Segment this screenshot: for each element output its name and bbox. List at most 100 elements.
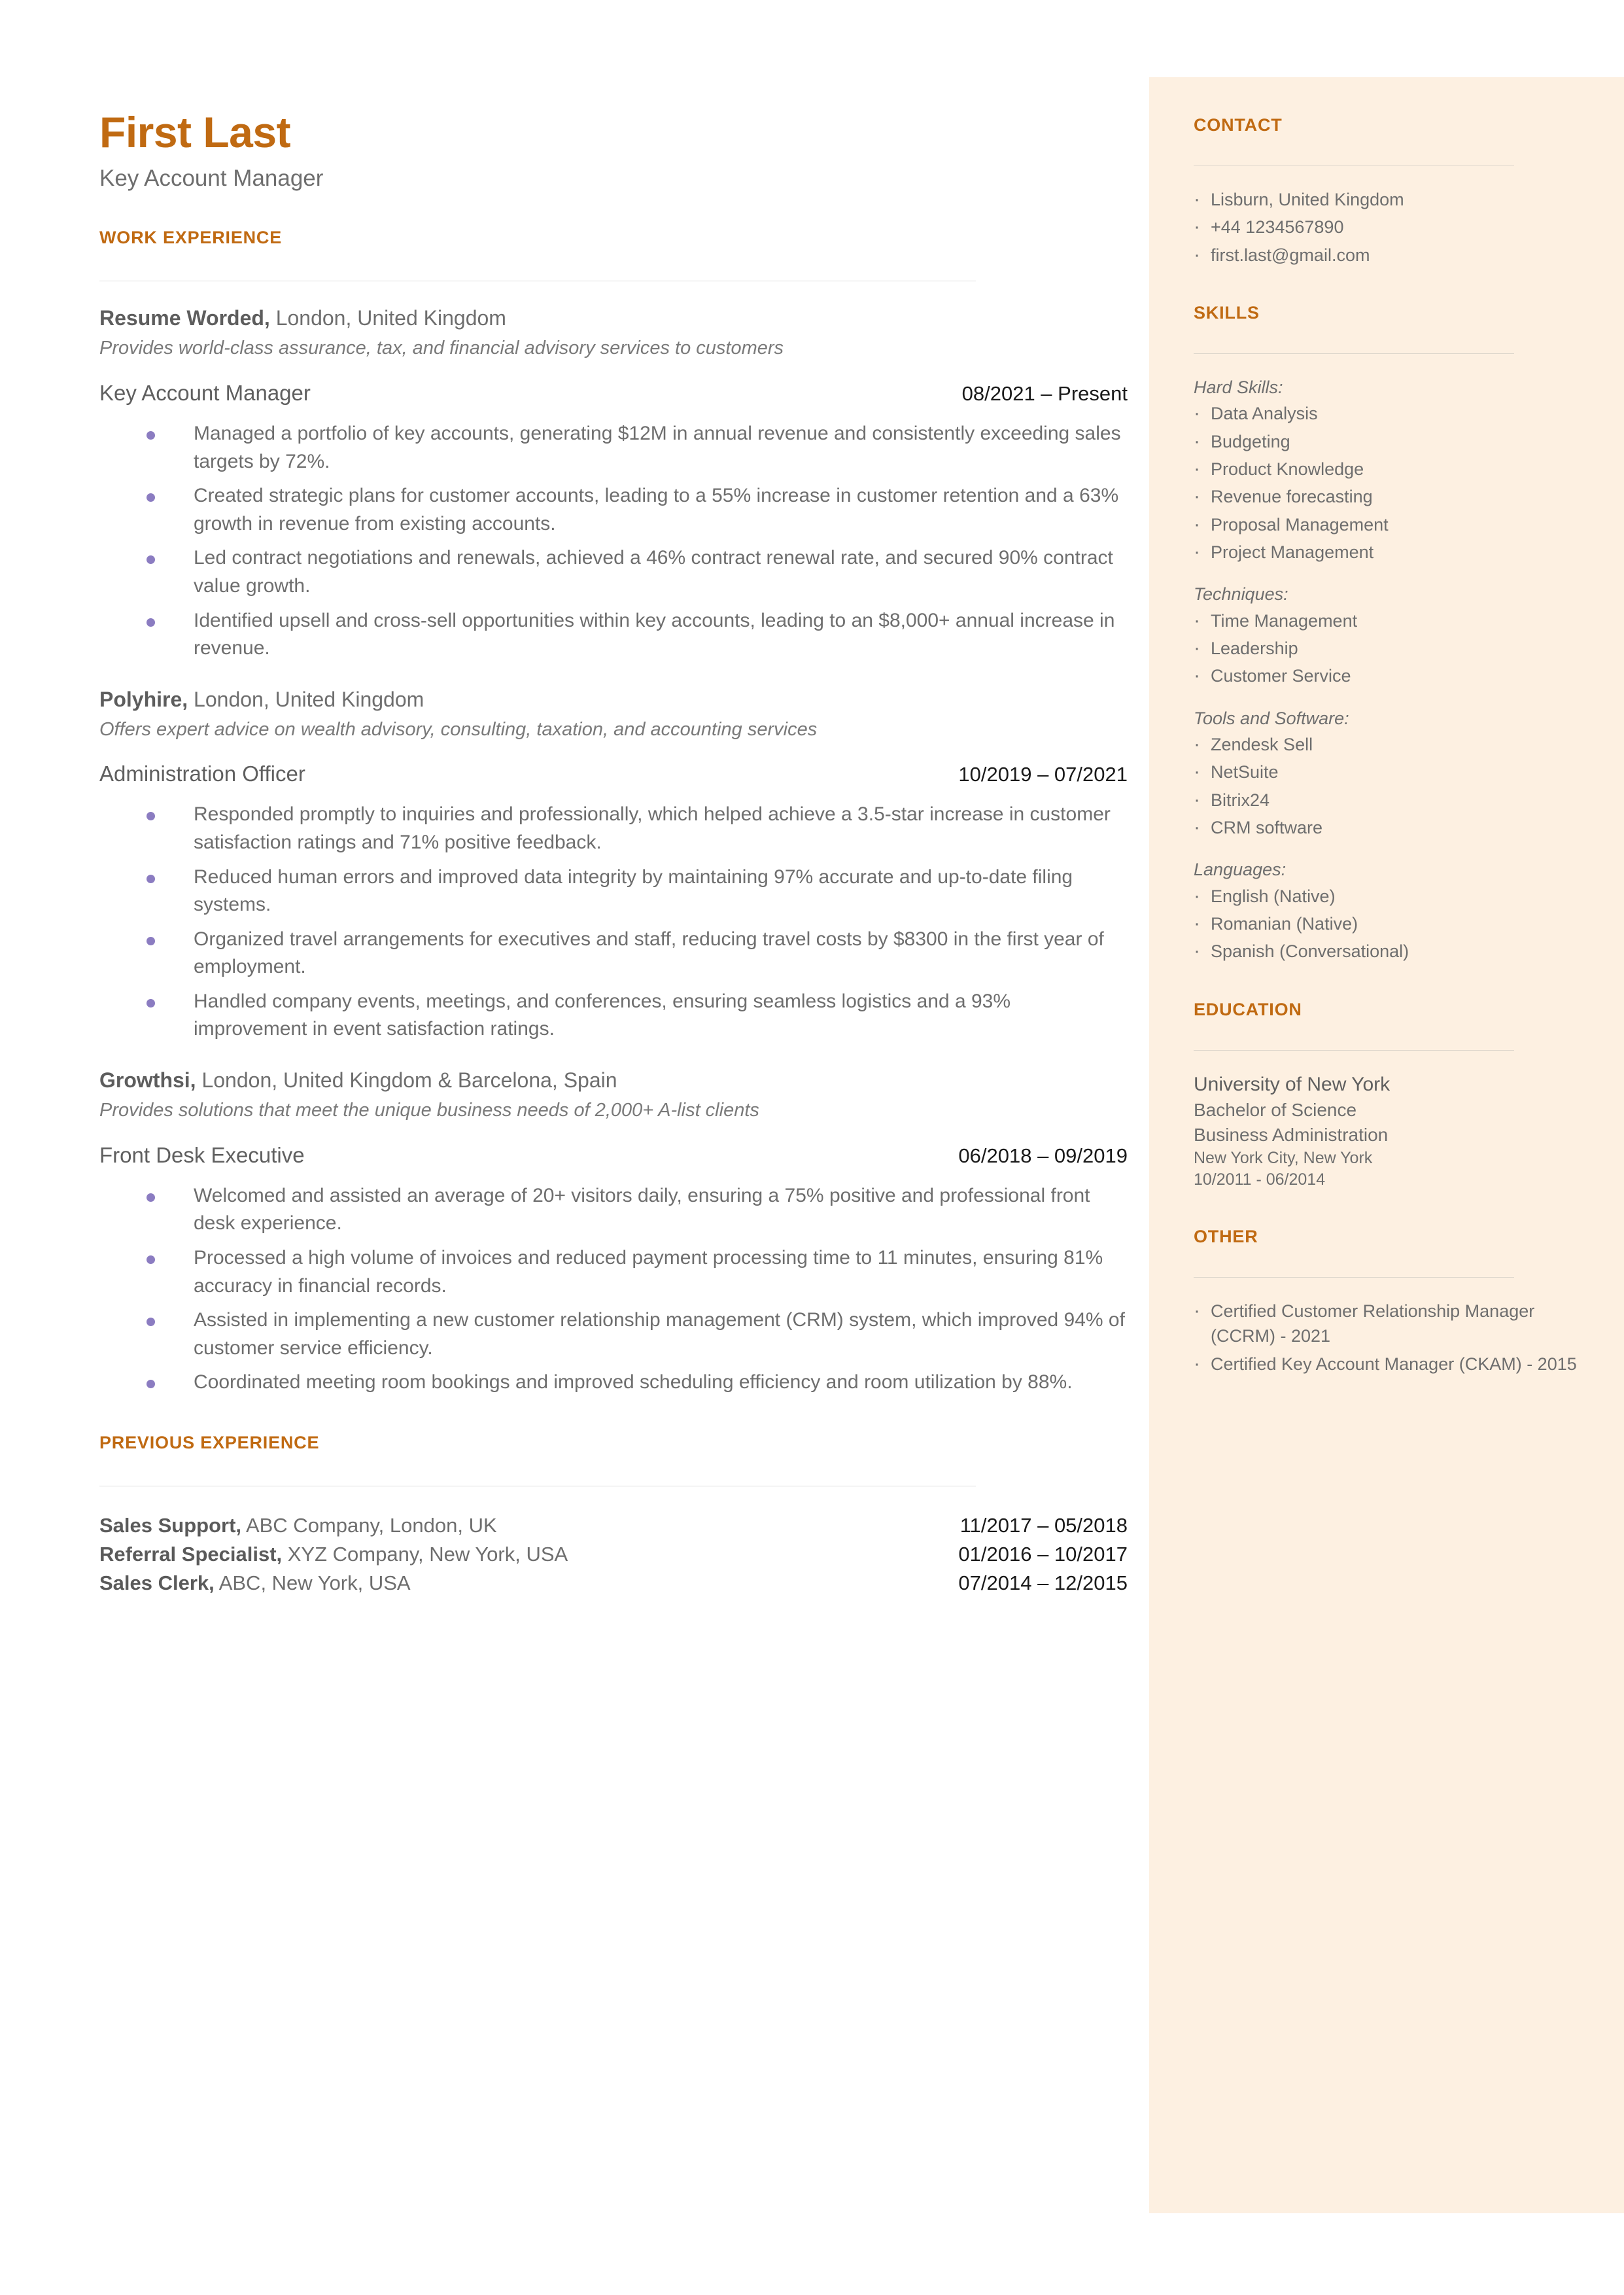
job-entry: Polyhire, London, United Kingdom Offers … <box>99 686 1128 1043</box>
education-school: University of New York <box>1194 1073 1391 1095</box>
bullet-item: Managed a portfolio of key accounts, gen… <box>147 420 1126 476</box>
language-item: Spanish (Conversational) <box>1194 937 1586 966</box>
education-block: University of New York Bachelor of Scien… <box>1194 1072 1586 1192</box>
previous-role-title: Sales Clerk, <box>99 1571 215 1594</box>
resume-page: First Last Key Account Manager WORK EXPE… <box>0 0 1624 2295</box>
certification-item: Certified Key Account Manager (CKAM) - 2… <box>1194 1350 1586 1378</box>
company-name: Growthsi, <box>99 1068 196 1093</box>
company-name: Resume Worded, <box>99 306 270 330</box>
previous-role-line: Referral Specialist, XYZ Company, New Yo… <box>99 1543 568 1566</box>
bullet-item: Led contract negotiations and renewals, … <box>147 544 1126 600</box>
previous-role-title: Sales Support, <box>99 1513 242 1537</box>
sidebar-divider <box>1194 353 1514 354</box>
sidebar-heading-education: EDUCATION <box>1194 999 1302 1019</box>
previous-role-detail: ABC, New York, USA <box>214 1571 411 1594</box>
skill-item: Revenue forecasting <box>1194 483 1586 511</box>
language-item: Romanian (Native) <box>1194 910 1586 938</box>
skill-item: NetSuite <box>1194 758 1586 786</box>
candidate-name: First Last <box>99 108 291 156</box>
previous-role-dates: 07/2014 – 12/2015 <box>958 1571 1128 1594</box>
company-description: Provides solutions that meet the unique … <box>99 1100 759 1121</box>
bullet-item: Identified upsell and cross-sell opportu… <box>147 607 1126 663</box>
education-location: New York City, New York <box>1194 1148 1373 1167</box>
bullet-item: Coordinated meeting room bookings and im… <box>147 1369 1126 1397</box>
previous-experience-row: Sales Clerk, ABC, New York, USA 07/2014 … <box>99 1571 1128 1595</box>
skill-item: Project Management <box>1194 538 1586 567</box>
education-field: Business Administration <box>1194 1124 1389 1145</box>
bullet-item: Handled company events, meetings, and co… <box>147 988 1126 1043</box>
bullet-list: Responded promptly to inquiries and prof… <box>99 801 1126 1043</box>
role-title: Key Account Manager <box>99 380 311 405</box>
sidebar-heading-contact: CONTACT <box>1194 115 1283 135</box>
skill-item: Budgeting <box>1194 428 1586 456</box>
previous-experience-row: Sales Support, ABC Company, London, UK 1… <box>99 1514 1128 1537</box>
bullet-list: Welcomed and assisted an average of 20+ … <box>99 1182 1126 1397</box>
certification-item: Certified Customer Relationship Manager … <box>1194 1297 1586 1349</box>
role-title: Administration Officer <box>99 762 305 786</box>
other-list: Certified Customer Relationship Manager … <box>1194 1297 1586 1378</box>
bullet-item: Responded promptly to inquiries and prof… <box>147 801 1126 856</box>
sidebar-divider <box>1194 1277 1514 1278</box>
education-degree: Bachelor of Science <box>1194 1100 1357 1121</box>
company-location: London, United Kingdom <box>269 306 506 330</box>
company-line: Resume Worded, London, United Kingdom <box>99 305 1126 332</box>
language-item: English (Native) <box>1194 883 1586 911</box>
previous-role-title: Referral Specialist, <box>99 1542 283 1566</box>
skill-item: CRM software <box>1194 814 1586 842</box>
bullet-item: Processed a high volume of invoices and … <box>147 1244 1126 1300</box>
role-dates: 06/2018 – 09/2019 <box>958 1144 1128 1167</box>
role-title: Front Desk Executive <box>99 1142 305 1167</box>
bullet-item: Reduced human errors and improved data i… <box>147 864 1126 919</box>
sidebar: CONTACT Lisburn, United Kingdom +44 1234… <box>1194 115 1586 1379</box>
bullet-item: Assisted in implementing a new customer … <box>147 1306 1126 1362</box>
company-description: Provides world-class assurance, tax, and… <box>99 338 784 359</box>
previous-role-detail: ABC Company, London, UK <box>241 1513 497 1537</box>
sidebar-divider <box>1194 1049 1514 1051</box>
skill-item: Leadership <box>1194 635 1586 663</box>
previous-role-line: Sales Clerk, ABC, New York, USA <box>99 1571 411 1595</box>
previous-role-dates: 01/2016 – 10/2017 <box>958 1542 1128 1566</box>
skill-item: Time Management <box>1194 607 1586 635</box>
contact-location: Lisburn, United Kingdom <box>1194 186 1586 214</box>
skill-item: Proposal Management <box>1194 511 1586 539</box>
skill-item: Data Analysis <box>1194 400 1586 428</box>
company-name: Polyhire, <box>99 687 188 711</box>
contact-email: first.last@gmail.com <box>1194 241 1586 270</box>
skills-list: Hard Skills: Data Analysis Budgeting Pro… <box>1194 375 1586 966</box>
company-line: Growthsi, London, United Kingdom & Barce… <box>99 1067 1126 1094</box>
education-dates: 10/2011 - 06/2014 <box>1194 1170 1326 1189</box>
section-heading-work-experience: WORK EXPERIENCE <box>99 228 283 248</box>
bullet-item: Created strategic plans for customer acc… <box>147 482 1126 538</box>
previous-experience-list: Sales Support, ABC Company, London, UK 1… <box>99 1514 1128 1595</box>
candidate-job-title: Key Account Manager <box>99 166 324 192</box>
role-dates: 10/2019 – 07/2021 <box>958 763 1128 786</box>
job-entry: Growthsi, London, United Kingdom & Barce… <box>99 1067 1128 1397</box>
main-column: First Last Key Account Manager WORK EXPE… <box>99 108 1128 1600</box>
skill-item: Customer Service <box>1194 662 1586 690</box>
previous-role-detail: XYZ Company, New York, USA <box>282 1542 568 1566</box>
bullet-item: Welcomed and assisted an average of 20+ … <box>147 1182 1126 1238</box>
skill-item: Product Knowledge <box>1194 455 1586 483</box>
company-description: Offers expert advice on wealth advisory,… <box>99 718 818 740</box>
skills-group-label: Tools and Software: <box>1194 708 1349 728</box>
contact-phone: +44 1234567890 <box>1194 213 1586 241</box>
sidebar-heading-other: OTHER <box>1194 1227 1258 1247</box>
role-row: Front Desk Executive 06/2018 – 09/2019 <box>99 1143 1128 1168</box>
bullet-list: Managed a portfolio of key accounts, gen… <box>99 420 1126 663</box>
skills-group-label: Techniques: <box>1194 584 1288 604</box>
skill-item: Zendesk Sell <box>1194 731 1586 759</box>
role-row: Administration Officer 10/2019 – 07/2021 <box>99 762 1128 786</box>
role-row: Key Account Manager 08/2021 – Present <box>99 381 1128 406</box>
job-entry: Resume Worded, London, United Kingdom Pr… <box>99 305 1128 663</box>
company-line: Polyhire, London, United Kingdom <box>99 686 1126 713</box>
previous-experience-row: Referral Specialist, XYZ Company, New Yo… <box>99 1543 1128 1566</box>
skill-item: Bitrix24 <box>1194 786 1586 815</box>
company-location: London, United Kingdom <box>188 687 424 711</box>
bullet-item: Organized travel arrangements for execut… <box>147 926 1126 981</box>
sidebar-heading-skills: SKILLS <box>1194 302 1260 323</box>
company-location: London, United Kingdom & Barcelona, Spai… <box>196 1068 617 1093</box>
section-heading-previous-experience: PREVIOUS EXPERIENCE <box>99 1432 320 1452</box>
skills-group-label: Languages: <box>1194 860 1287 880</box>
contact-list: Lisburn, United Kingdom +44 1234567890 f… <box>1194 186 1586 270</box>
skills-group-label: Hard Skills: <box>1194 377 1283 397</box>
